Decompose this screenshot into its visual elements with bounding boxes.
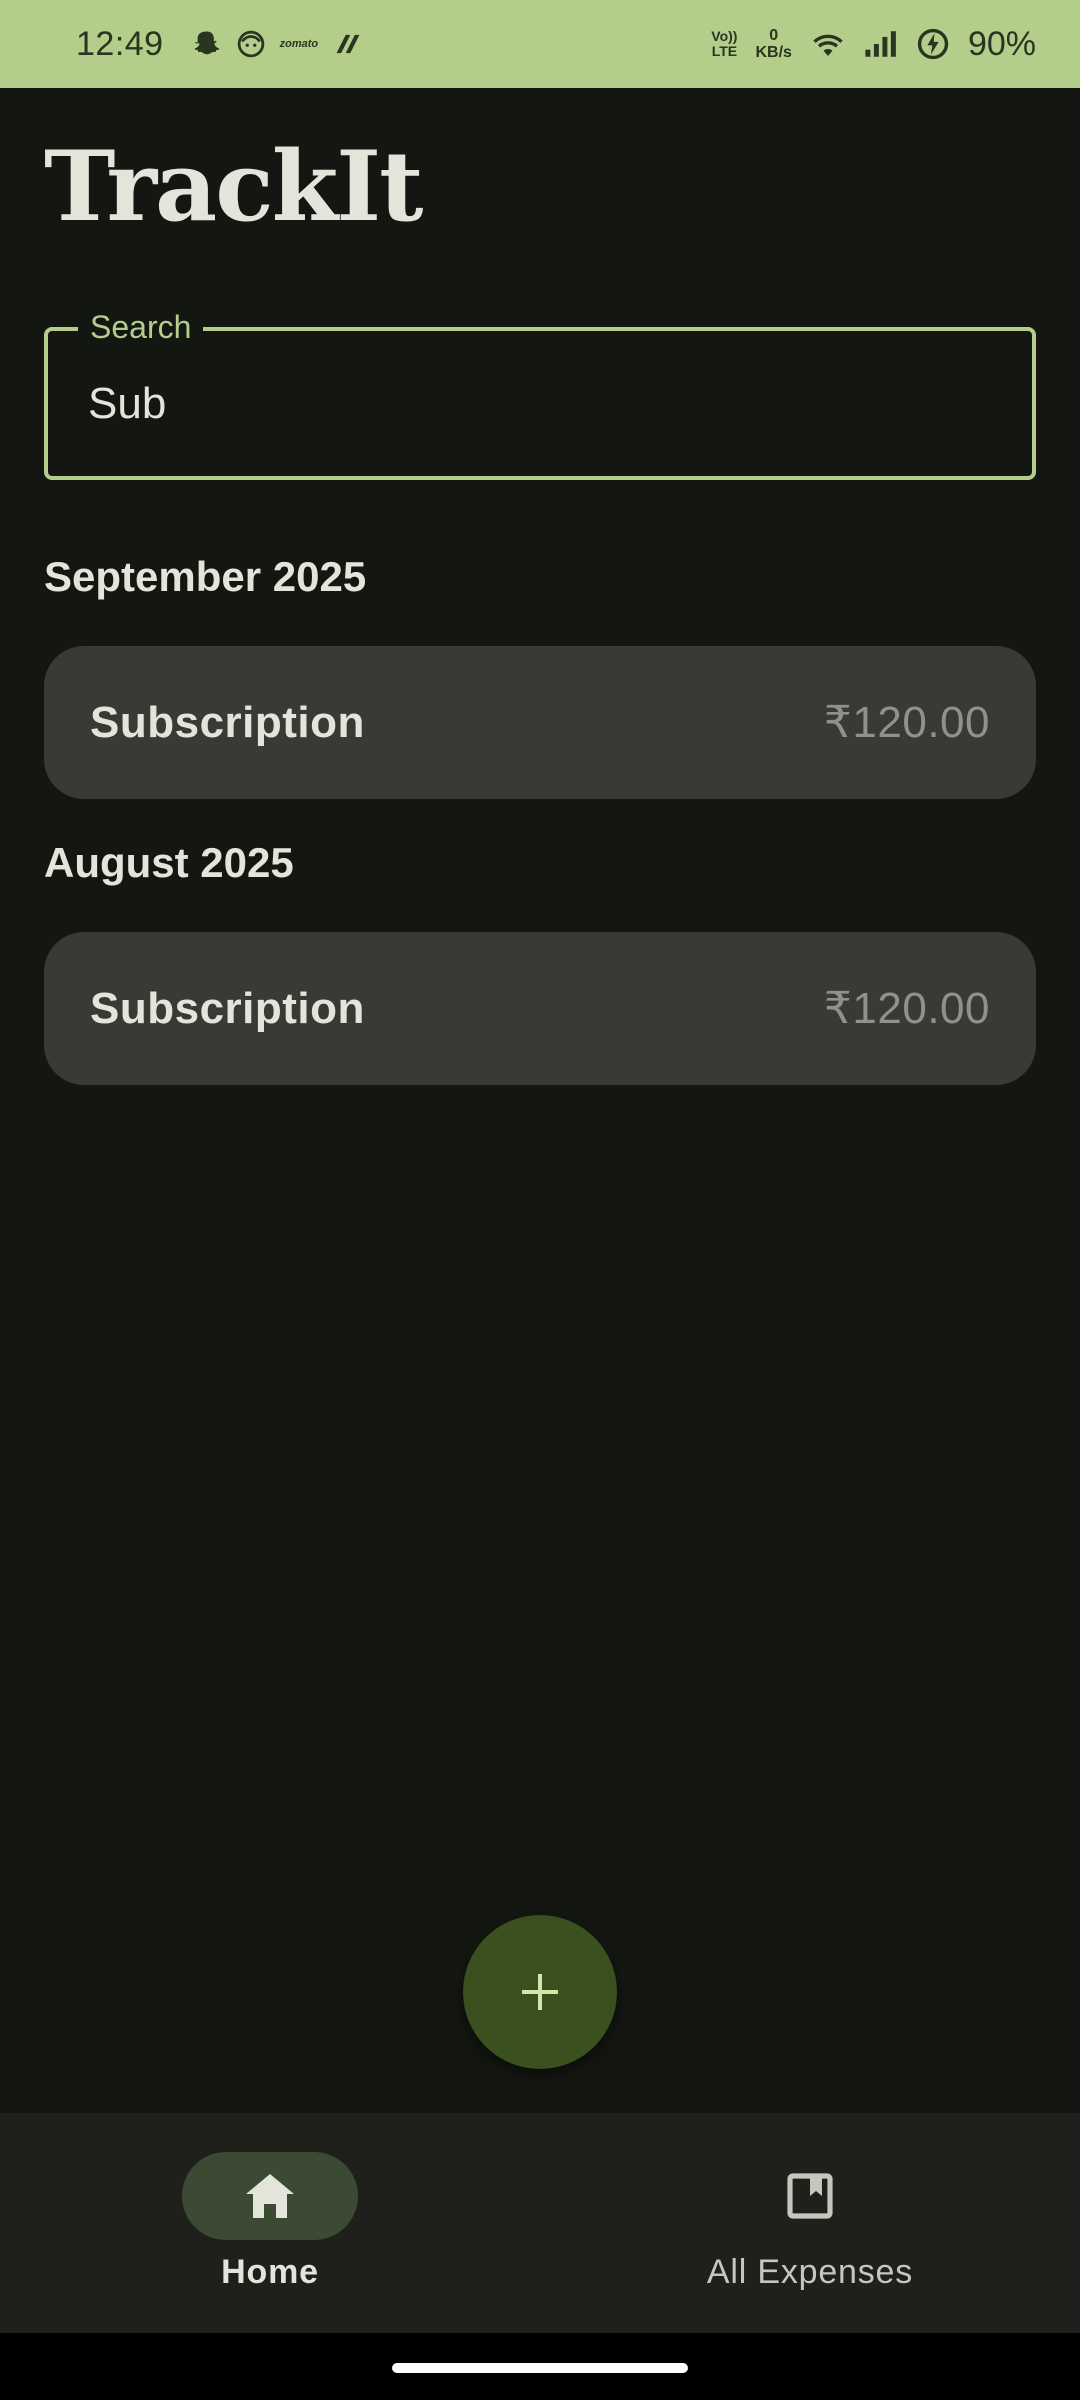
nav-item-home[interactable]: Home bbox=[0, 2113, 540, 2333]
status-time: 12:49 bbox=[76, 24, 164, 63]
network-speed-value: 0 bbox=[769, 27, 779, 44]
bookmark-icon bbox=[784, 2170, 836, 2222]
expense-amount: ₹120.00 bbox=[823, 698, 990, 747]
gesture-navigation-area bbox=[0, 2333, 1080, 2400]
home-icon bbox=[242, 2170, 298, 2222]
zomato-icon: zomato bbox=[279, 38, 319, 50]
expense-card[interactable]: Subscription ₹120.00 bbox=[44, 932, 1036, 1085]
search-input[interactable] bbox=[48, 331, 1032, 476]
app-title: TrackIt bbox=[44, 130, 423, 243]
month-header-september: September 2025 bbox=[44, 553, 367, 600]
face-icon bbox=[236, 29, 266, 59]
nav-label-home: Home bbox=[221, 2253, 319, 2291]
snapchat-icon bbox=[192, 29, 222, 59]
add-expense-button[interactable] bbox=[463, 1915, 617, 2069]
expense-amount: ₹120.00 bbox=[823, 984, 990, 1033]
volte-top-text: Vo)) bbox=[711, 28, 738, 44]
nav-pill-all-expenses bbox=[722, 2152, 898, 2240]
month-header-august: August 2025 bbox=[44, 839, 294, 886]
swiggy-icon bbox=[332, 30, 364, 58]
battery-percent: 90% bbox=[967, 24, 1036, 63]
nav-item-all-expenses[interactable]: All Expenses bbox=[540, 2113, 1080, 2333]
network-speed-unit: KB/s bbox=[755, 44, 792, 61]
plus-icon bbox=[516, 1968, 564, 2016]
nav-pill-home bbox=[182, 2152, 358, 2240]
status-bar: 12:49 zomato Vo)) LTE 0 KB/s 90% bbox=[0, 0, 1080, 88]
bottom-navigation: Home All Expenses bbox=[0, 2113, 1080, 2333]
expense-card[interactable]: Subscription ₹120.00 bbox=[44, 646, 1036, 799]
gesture-handle[interactable] bbox=[392, 2363, 688, 2373]
signal-icon bbox=[864, 29, 898, 59]
notification-icons: zomato bbox=[192, 29, 365, 59]
battery-charging-icon bbox=[916, 27, 950, 61]
volte-bottom-text: LTE bbox=[711, 43, 738, 59]
wifi-icon bbox=[810, 29, 846, 59]
nav-label-all-expenses: All Expenses bbox=[706, 2253, 914, 2291]
search-field[interactable]: Search bbox=[44, 307, 1036, 480]
expense-name: Subscription bbox=[90, 983, 365, 1033]
volte-indicator: Vo)) LTE bbox=[711, 29, 737, 59]
status-right-group: Vo)) LTE 0 KB/s 90% bbox=[711, 25, 1036, 64]
expense-name: Subscription bbox=[90, 697, 365, 747]
network-speed: 0 KB/s bbox=[755, 27, 791, 61]
